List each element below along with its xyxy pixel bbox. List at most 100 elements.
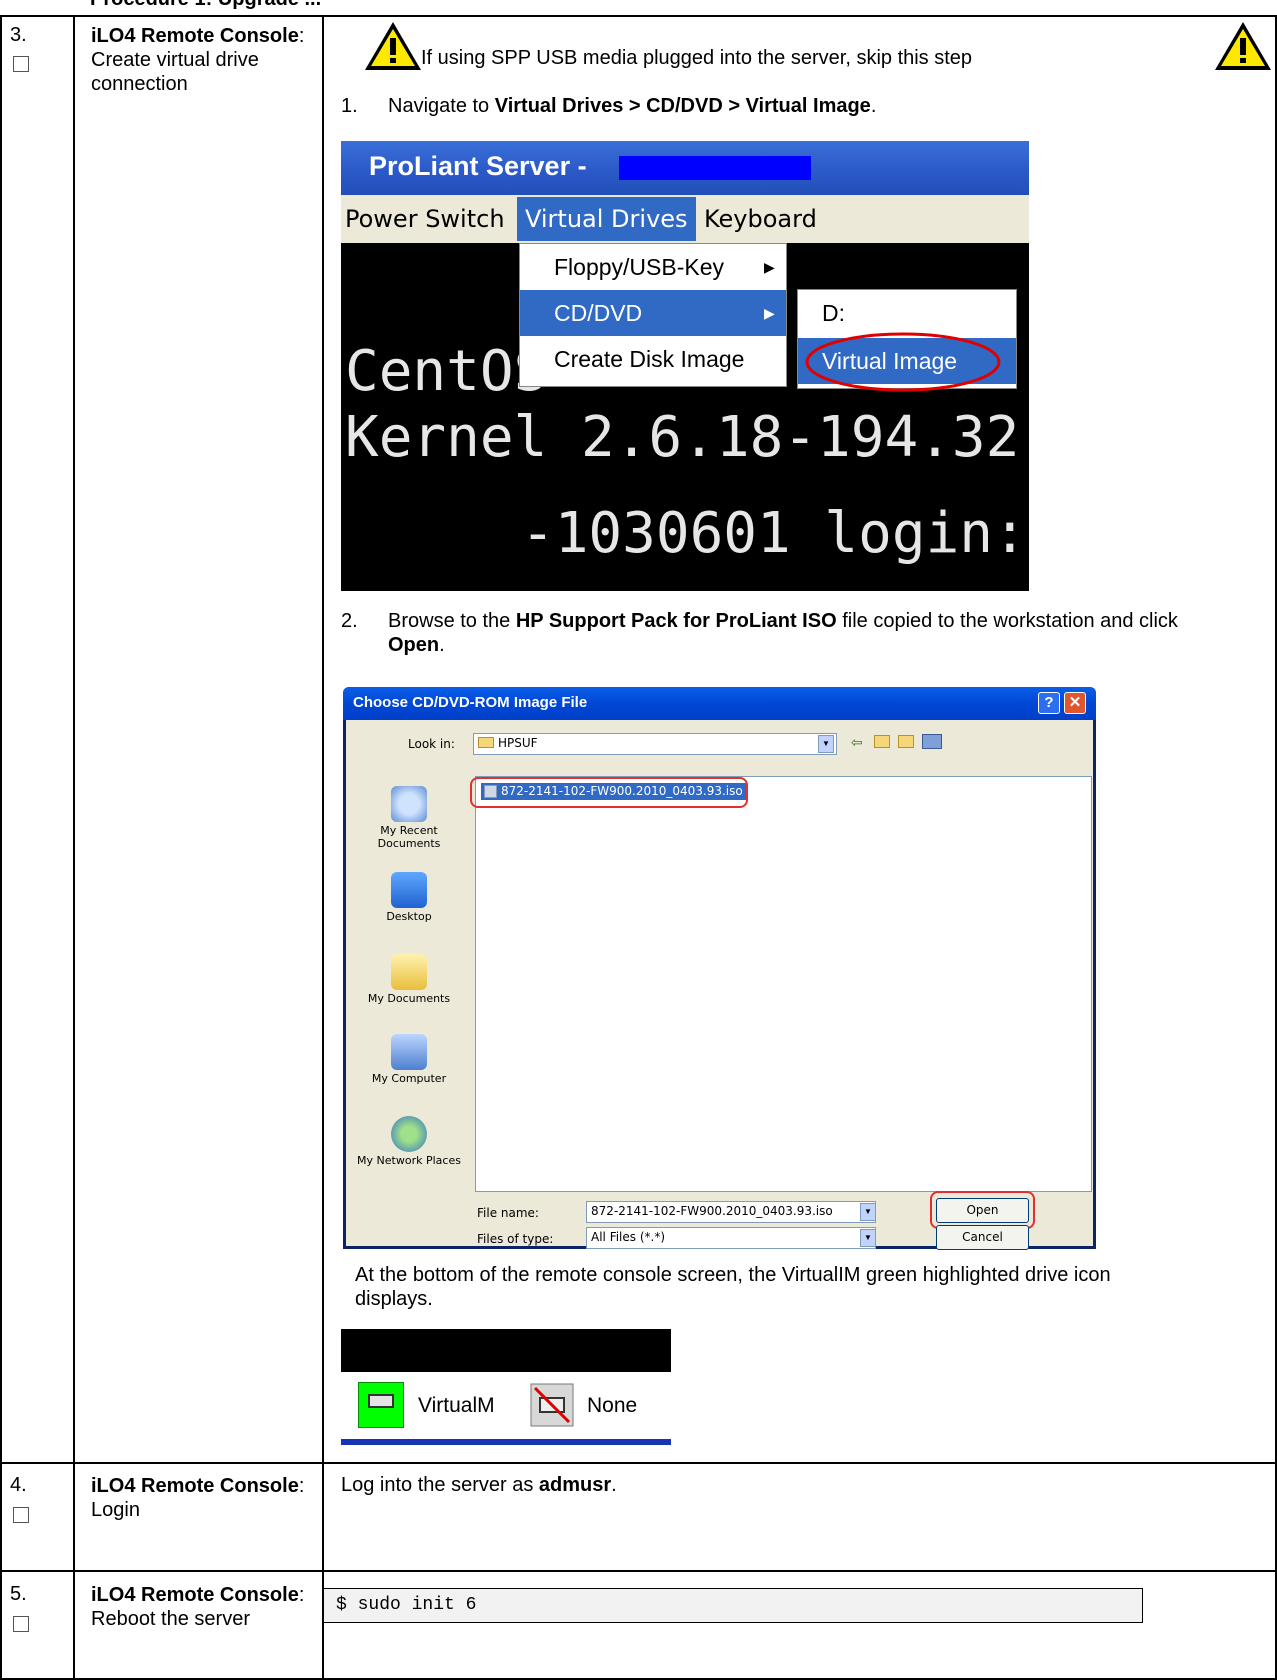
col-border-left — [0, 15, 2, 1680]
step-checkbox[interactable] — [13, 56, 29, 72]
step-title-bold: iLO4 Remote Console — [91, 25, 299, 47]
place-my-network-places[interactable]: My Network Places — [354, 1116, 464, 1167]
look-in-label: Look in: — [408, 737, 455, 751]
console-window-screenshot: ProLiant Server - Power Switch Virtual D… — [341, 141, 1029, 591]
desktop-icon — [391, 872, 427, 908]
chevron-down-icon[interactable]: ▼ — [860, 1203, 876, 1221]
chevron-right-icon: ▶ — [764, 259, 775, 275]
row-divider-4 — [0, 1462, 1277, 1464]
step-text: Log into the server as admusr. — [341, 1473, 617, 1497]
step-title: iLO4 Remote Console: Login — [91, 1474, 311, 1522]
console-title: ProLiant Server - — [369, 151, 587, 181]
no-drive-icon — [530, 1383, 574, 1427]
chevron-down-icon[interactable]: ▼ — [860, 1229, 876, 1247]
step-title: iLO4 Remote Console: Reboot the server — [91, 1583, 311, 1631]
chevron-down-icon[interactable]: ▼ — [818, 735, 834, 753]
command-box: $ sudo init 6 — [323, 1588, 1143, 1623]
look-in-value: HPSUF — [498, 736, 538, 750]
step-text-bold: admusr — [538, 1474, 612, 1496]
step-number: 3. — [10, 24, 27, 46]
step-checkbox[interactable] — [13, 1507, 29, 1523]
table-top-border — [0, 15, 1277, 17]
instruction-number: 2. — [341, 610, 358, 632]
step-text-post: . — [611, 1474, 617, 1496]
files-of-type-select[interactable]: All Files (*.*) — [586, 1227, 876, 1249]
console-line: Kernel 2.6.18-194.32.1.el — [345, 405, 1029, 470]
no-drive-label: None — [587, 1394, 638, 1417]
instruction-text-post: . — [870, 95, 877, 117]
warning-text: If using SPP USB media plugged into the … — [421, 47, 973, 69]
warning-icon — [365, 22, 421, 70]
file-list[interactable]: 872-2141-102-FW900.2010_0403.93.iso — [475, 776, 1092, 1192]
recent-documents-icon — [391, 786, 427, 822]
menu-keyboard[interactable]: Keyboard — [704, 205, 817, 233]
cancel-button[interactable]: Cancel — [936, 1225, 1029, 1250]
place-label: Desktop — [386, 910, 432, 923]
dialog-titlebar: Choose CD/DVD-ROM Image File ? ✕ — [343, 687, 1096, 720]
place-desktop[interactable]: Desktop — [354, 872, 464, 923]
place-label: My Network Places — [357, 1154, 461, 1167]
step-title-bold: iLO4 Remote Console — [91, 1475, 299, 1497]
file-name-input[interactable]: 872-2141-102-FW900.2010_0403.93.iso — [586, 1201, 876, 1223]
note-text: At the bottom of the remote console scre… — [355, 1264, 1111, 1310]
close-icon[interactable]: ✕ — [1064, 692, 1086, 714]
menu-item-cd-dvd[interactable]: CD/DVD ▶ — [520, 290, 786, 336]
step-title-bold: iLO4 Remote Console — [91, 1584, 299, 1606]
redacted-hostname — [619, 156, 811, 180]
new-folder-icon[interactable] — [898, 735, 914, 748]
instruction-text-bold: Open — [388, 634, 440, 656]
dialog-body: Look in: HPSUF ▼ ⇦ My Recent Documents D… — [346, 720, 1093, 1250]
instruction-text: Browse to the HP Support Pack for ProLia… — [388, 609, 1208, 657]
row-divider-5 — [0, 1570, 1277, 1572]
my-documents-icon — [391, 954, 427, 990]
look-in-select[interactable]: HPSUF — [473, 733, 837, 755]
instruction-text-pre: Browse to the — [388, 610, 516, 632]
file-name-label: File name: — [477, 1206, 539, 1220]
header-fragment: Procedure 1: Upgrade ... — [90, 0, 321, 11]
virtual-drive-icon — [358, 1382, 404, 1428]
menu-item-label: CD/DVD — [554, 300, 643, 326]
drive-glyph — [368, 1394, 394, 1408]
col-border-2 — [322, 15, 324, 1680]
menu-virtual-drives[interactable]: Virtual Drives — [517, 197, 696, 241]
place-my-recent-documents[interactable]: My Recent Documents — [354, 786, 464, 850]
instruction-text-bold: HP Support Pack for ProLiant ISO — [515, 610, 837, 632]
network-places-icon — [391, 1116, 427, 1152]
instruction-text-bold: Virtual Drives > CD/DVD > Virtual Image — [494, 95, 871, 117]
instruction-number: 1. — [341, 95, 358, 117]
file-dialog-screenshot: Choose CD/DVD-ROM Image File ? ✕ Look in… — [343, 687, 1096, 1250]
console-status-bar: VirtualM None — [341, 1372, 671, 1445]
step-checkbox[interactable] — [13, 1616, 29, 1632]
instruction-text-mid: file copied to the workstation and click — [836, 610, 1178, 632]
place-my-computer[interactable]: My Computer — [354, 1034, 464, 1085]
help-icon[interactable]: ? — [1038, 692, 1060, 714]
place-label: My Recent Documents — [377, 824, 441, 850]
back-icon[interactable]: ⇦ — [851, 734, 863, 751]
console-menubar: Power Switch Virtual Drives Keyboard — [341, 195, 1029, 243]
up-folder-icon[interactable] — [874, 735, 890, 748]
step-number: 5. — [10, 1583, 27, 1605]
dialog-title: Choose CD/DVD-ROM Image File — [353, 694, 588, 711]
files-of-type-label: Files of type: — [477, 1232, 554, 1246]
console-line: CentOS — [345, 339, 548, 404]
view-menu-icon[interactable] — [922, 734, 942, 749]
menu-power-switch[interactable]: Power Switch — [345, 205, 505, 233]
virtual-drive-label: VirtualM — [418, 1394, 495, 1417]
instruction-text: Navigate to Virtual Drives > CD/DVD > Vi… — [388, 94, 876, 118]
highlight-box — [930, 1191, 1035, 1229]
menu-item-floppy[interactable]: Floppy/USB-Key ▶ — [520, 244, 786, 290]
highlight-box — [470, 777, 748, 808]
menu-item-label: Floppy/USB-Key — [554, 254, 725, 280]
place-label: My Computer — [371, 1072, 447, 1085]
place-my-documents[interactable]: My Documents — [354, 954, 464, 1005]
folder-icon — [478, 737, 494, 748]
instruction-text-post: . — [439, 634, 445, 656]
step-title: iLO4 Remote Console: Create virtual driv… — [91, 24, 311, 96]
console-line: -1030601 login: — [521, 501, 1027, 566]
place-label: My Documents — [367, 992, 451, 1005]
highlight-ellipse — [805, 332, 1001, 392]
menu-item-create-disk-image[interactable]: Create Disk Image — [520, 336, 786, 382]
console-titlebar: ProLiant Server - — [341, 141, 1029, 195]
step-number: 4. — [10, 1474, 27, 1496]
instruction-text-pre: Navigate to — [388, 95, 495, 117]
